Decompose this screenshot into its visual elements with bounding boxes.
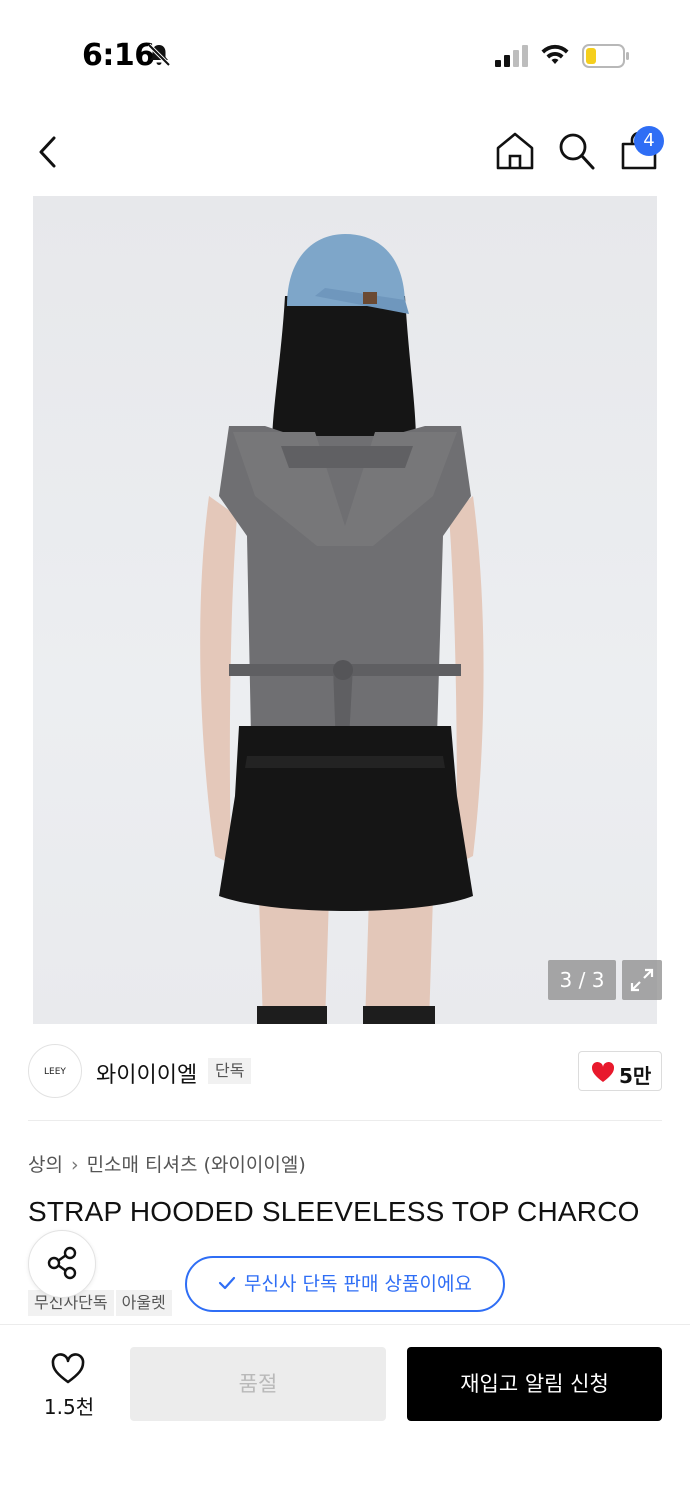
status-time: 6:16 [82,38,155,73]
bell-slash-icon [147,43,171,67]
breadcrumb-category[interactable]: 상의 [28,1154,63,1176]
cart-count-badge: 4 [634,126,664,156]
exclusive-sale-notice: 무신사 단독 판매 상품이에요 [185,1256,505,1312]
wishlist-count: 1.5천 [43,1395,95,1419]
battery-icon [582,44,629,68]
share-icon [47,1246,77,1280]
exclusive-badge: 단독 [208,1058,252,1084]
wishlist-button[interactable]: 1.5천 [30,1349,108,1419]
soldout-button: 품절 [130,1347,386,1421]
back-icon[interactable] [30,132,66,172]
image-counter: 3 / 3 [548,960,616,1000]
share-button[interactable] [28,1230,96,1298]
status-bar: 6:16 [0,0,690,110]
wifi-icon [541,44,569,64]
top-nav-bar [0,110,690,194]
tag-outlet: 아울렛 [115,1290,172,1316]
product-photo-illustration [200,234,484,1024]
search-icon[interactable] [556,130,596,172]
product-title: STRAP HOODED SLEEVELESS TOP CHARCO [28,1196,640,1227]
heart-filled-icon [591,1061,615,1082]
home-icon[interactable] [494,130,536,172]
bottom-action-bar: 1.5천 품절 재입고 알림 신청 [0,1324,690,1500]
chevron-right-icon: › [70,1154,79,1176]
breadcrumb: 상의 › 민소매 티셔츠 (와이이이엘) [28,1150,306,1177]
product-image[interactable] [33,196,657,1024]
heart-outline-icon [51,1353,85,1384]
brand-like-count: 5만 [619,1064,652,1088]
check-icon [218,1276,236,1289]
signal-icon [495,45,528,67]
exclusive-sale-text: 무신사 단독 판매 상품이에요 [244,1273,472,1295]
brand-name[interactable]: 와이이이엘 [96,1057,197,1089]
brand-like-button[interactable]: 5만 [578,1051,662,1091]
restock-alert-button[interactable]: 재입고 알림 신청 [407,1347,662,1421]
breadcrumb-subcategory[interactable]: 민소매 티셔츠 (와이이이엘) [87,1154,306,1176]
brand-row: LEEY 와이이이엘 단독 5만 [0,1024,690,1120]
divider [28,1120,662,1121]
expand-icon[interactable] [622,960,662,1000]
brand-logo[interactable]: LEEY [28,1044,82,1098]
